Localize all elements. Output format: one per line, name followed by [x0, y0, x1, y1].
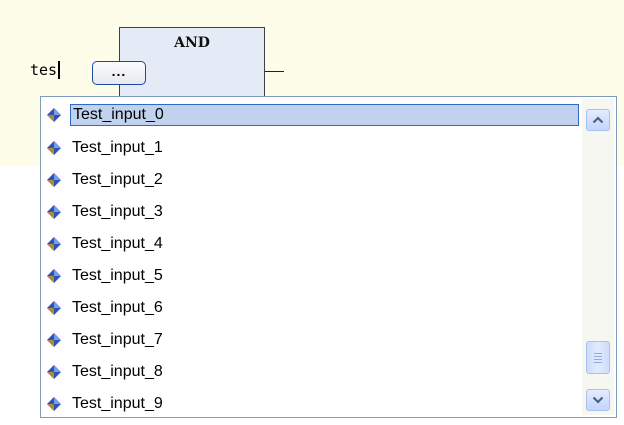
- list-item[interactable]: Test_input_8: [46, 359, 579, 384]
- vertical-scrollbar[interactable]: [582, 99, 614, 415]
- list-item[interactable]: Test_input_1: [46, 135, 579, 160]
- block-output-pin: [265, 71, 284, 72]
- list-item[interactable]: Test_input_7: [46, 327, 579, 352]
- list-item-label: Test_input_2: [72, 170, 163, 188]
- variable-diamond-icon: [47, 396, 61, 411]
- grip-line: [594, 355, 602, 357]
- list-item[interactable]: Test_input_5: [46, 263, 579, 288]
- list-item[interactable]: Test_input_4: [46, 231, 579, 256]
- list-item-label: Test_input_6: [72, 298, 163, 316]
- autocomplete-dropdown[interactable]: Test_input_0 Test_input_1 Test_input_2 T…: [40, 96, 617, 418]
- list-item-label: Test_input_0: [70, 103, 579, 126]
- grip-line: [594, 361, 602, 363]
- grip-line: [594, 358, 602, 360]
- list-item-label: Test_input_1: [72, 138, 163, 156]
- scroll-down-button[interactable]: [586, 389, 610, 411]
- variable-diamond-icon: [47, 300, 61, 315]
- list-item-label: Test_input_3: [72, 202, 163, 220]
- list-item[interactable]: Test_input_3: [46, 199, 579, 224]
- variable-diamond-icon: [47, 364, 61, 379]
- list-item[interactable]: Test_input_9: [46, 391, 579, 416]
- block-title: AND: [174, 35, 210, 51]
- chevron-up-icon: [592, 116, 604, 124]
- list-item[interactable]: Test_input_2: [46, 167, 579, 192]
- scroll-up-button[interactable]: [586, 109, 610, 131]
- variable-diamond-icon: [47, 107, 61, 122]
- list-item[interactable]: Test_input_0: [46, 102, 579, 127]
- list-item[interactable]: Test_input_6: [46, 295, 579, 320]
- typed-text: tes: [30, 61, 58, 79]
- variable-diamond-icon: [47, 332, 61, 347]
- autocomplete-input[interactable]: tes: [30, 60, 61, 80]
- variable-diamond-icon: [47, 268, 61, 283]
- variable-diamond-icon: [47, 140, 61, 155]
- text-caret: [58, 61, 61, 79]
- variable-diamond-icon: [47, 204, 61, 219]
- list-item-label: Test_input_5: [72, 266, 163, 284]
- grip-line: [594, 352, 602, 354]
- list-item-label: Test_input_8: [72, 362, 163, 380]
- list-item-label: Test_input_4: [72, 234, 163, 252]
- variable-diamond-icon: [47, 172, 61, 187]
- variable-diamond-icon: [47, 236, 61, 251]
- browse-button[interactable]: ...: [92, 61, 146, 85]
- scrollbar-thumb[interactable]: [586, 341, 610, 374]
- list-item-label: Test_input_7: [72, 330, 163, 348]
- list-item-label: Test_input_9: [72, 394, 163, 412]
- chevron-down-icon: [592, 396, 604, 404]
